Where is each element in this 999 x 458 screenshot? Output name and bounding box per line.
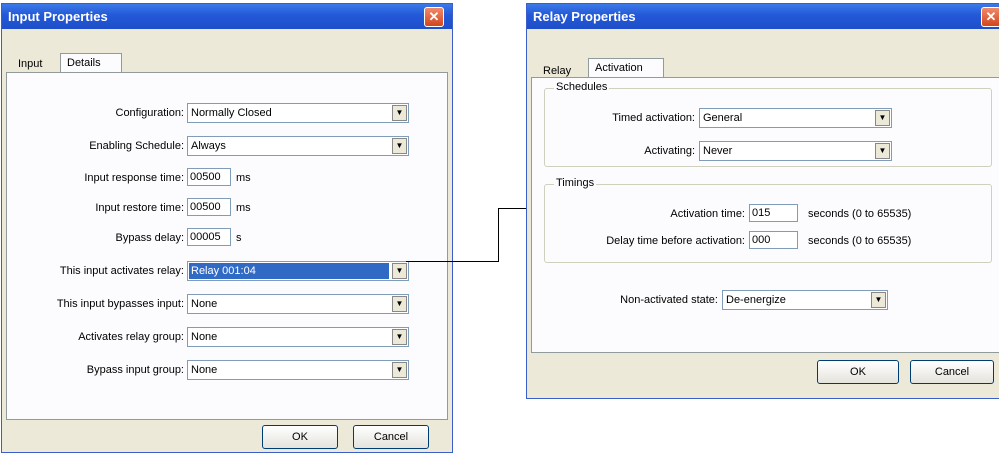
configuration-select[interactable]: Normally Closed ▼ bbox=[187, 103, 409, 123]
timings-group-title: Timings bbox=[554, 177, 597, 190]
activates-relay-group-value: None bbox=[191, 331, 218, 343]
chevron-down-icon[interactable]: ▼ bbox=[392, 263, 407, 279]
activates-relay-value: Relay 001:04 bbox=[189, 263, 389, 279]
activates-relay-group-select[interactable]: None ▼ bbox=[187, 327, 409, 347]
bypass-delay-unit: s bbox=[236, 232, 242, 244]
delay-time-field[interactable]: 000 bbox=[749, 231, 798, 249]
chevron-down-icon[interactable]: ▼ bbox=[392, 329, 407, 345]
ok-button[interactable]: OK bbox=[817, 360, 899, 384]
activates-relay-label: This input activates relay: bbox=[59, 265, 184, 277]
relay-properties-titlebar[interactable]: Relay Properties bbox=[527, 4, 999, 29]
delay-time-label: Delay time before activation: bbox=[606, 235, 745, 247]
input-restore-time-label: Input restore time: bbox=[95, 202, 184, 214]
activation-time-field[interactable]: 015 bbox=[749, 204, 798, 222]
timed-activation-label: Timed activation: bbox=[612, 112, 695, 124]
activating-label: Activating: bbox=[644, 145, 695, 157]
non-activated-state-label: Non-activated state: bbox=[620, 294, 718, 306]
bypasses-input-value: None bbox=[191, 298, 218, 310]
activation-time-label: Activation time: bbox=[670, 208, 745, 220]
bypasses-input-label: This input bypasses input: bbox=[56, 298, 184, 310]
input-response-time-field[interactable]: 00500 bbox=[187, 168, 231, 186]
non-activated-state-value: De-energize bbox=[726, 294, 786, 306]
activation-time-range: seconds (0 to 65535) bbox=[808, 208, 912, 220]
close-icon[interactable]: ✕ bbox=[424, 7, 444, 27]
relay-properties-window: Relay Properties ✕ Relay Activation Sche… bbox=[526, 3, 999, 399]
close-icon[interactable]: ✕ bbox=[981, 7, 999, 27]
chevron-down-icon[interactable]: ▼ bbox=[392, 296, 407, 312]
enabling-schedule-label: Enabling Schedule: bbox=[89, 140, 184, 152]
chevron-down-icon[interactable]: ▼ bbox=[392, 138, 407, 154]
window-title: Relay Properties bbox=[533, 9, 636, 24]
input-properties-window: Input Properties ✕ Input Details Configu… bbox=[1, 3, 453, 453]
window-title: Input Properties bbox=[8, 9, 108, 24]
timings-group: Timings bbox=[544, 177, 992, 263]
bypass-delay-label: Bypass delay: bbox=[115, 232, 184, 244]
input-properties-titlebar[interactable]: Input Properties bbox=[2, 4, 452, 29]
bypasses-input-select[interactable]: None ▼ bbox=[187, 294, 409, 314]
activating-select[interactable]: Never ▼ bbox=[699, 141, 892, 161]
input-restore-time-field[interactable]: 00500 bbox=[187, 198, 231, 216]
schedules-group-title: Schedules bbox=[554, 81, 610, 94]
bypass-input-group-select[interactable]: None ▼ bbox=[187, 360, 409, 380]
input-restore-time-unit: ms bbox=[236, 202, 251, 214]
configuration-label: Configuration: bbox=[115, 107, 185, 119]
cancel-button[interactable]: Cancel bbox=[910, 360, 994, 384]
chevron-down-icon[interactable]: ▼ bbox=[392, 105, 407, 121]
chevron-down-icon[interactable]: ▼ bbox=[871, 292, 886, 308]
chevron-down-icon[interactable]: ▼ bbox=[875, 143, 890, 159]
input-response-time-unit: ms bbox=[236, 172, 251, 184]
activates-relay-group-label: Activates relay group: bbox=[78, 331, 184, 343]
bypass-delay-field[interactable]: 00005 bbox=[187, 228, 231, 246]
enabling-schedule-select[interactable]: Always ▼ bbox=[187, 136, 409, 156]
chevron-down-icon[interactable]: ▼ bbox=[392, 362, 407, 378]
non-activated-state-select[interactable]: De-energize ▼ bbox=[722, 290, 888, 310]
tab-activation[interactable]: Activation bbox=[588, 58, 664, 78]
activating-value: Never bbox=[703, 145, 733, 157]
connector-line bbox=[406, 261, 499, 262]
connector-line bbox=[498, 208, 499, 262]
bypass-input-group-label: Bypass input group: bbox=[86, 364, 184, 376]
cancel-button[interactable]: Cancel bbox=[353, 425, 429, 449]
chevron-down-icon[interactable]: ▼ bbox=[875, 110, 890, 126]
bypass-input-group-value: None bbox=[191, 364, 218, 376]
timed-activation-value: General bbox=[703, 112, 743, 124]
activates-relay-select[interactable]: Relay 001:04 ▼ bbox=[187, 261, 409, 281]
configuration-value: Normally Closed bbox=[191, 107, 272, 119]
enabling-schedule-value: Always bbox=[191, 140, 226, 152]
delay-time-range: seconds (0 to 65535) bbox=[808, 235, 912, 247]
input-response-time-label: Input response time: bbox=[84, 172, 184, 184]
timed-activation-select[interactable]: General ▼ bbox=[699, 108, 892, 128]
details-tab-page: Configuration: Normally Closed ▼ Enablin… bbox=[6, 72, 448, 420]
tab-details[interactable]: Details bbox=[60, 53, 122, 73]
activation-tab-page: Schedules Timed activation: General ▼ Ac… bbox=[531, 77, 999, 353]
ok-button[interactable]: OK bbox=[262, 425, 338, 449]
